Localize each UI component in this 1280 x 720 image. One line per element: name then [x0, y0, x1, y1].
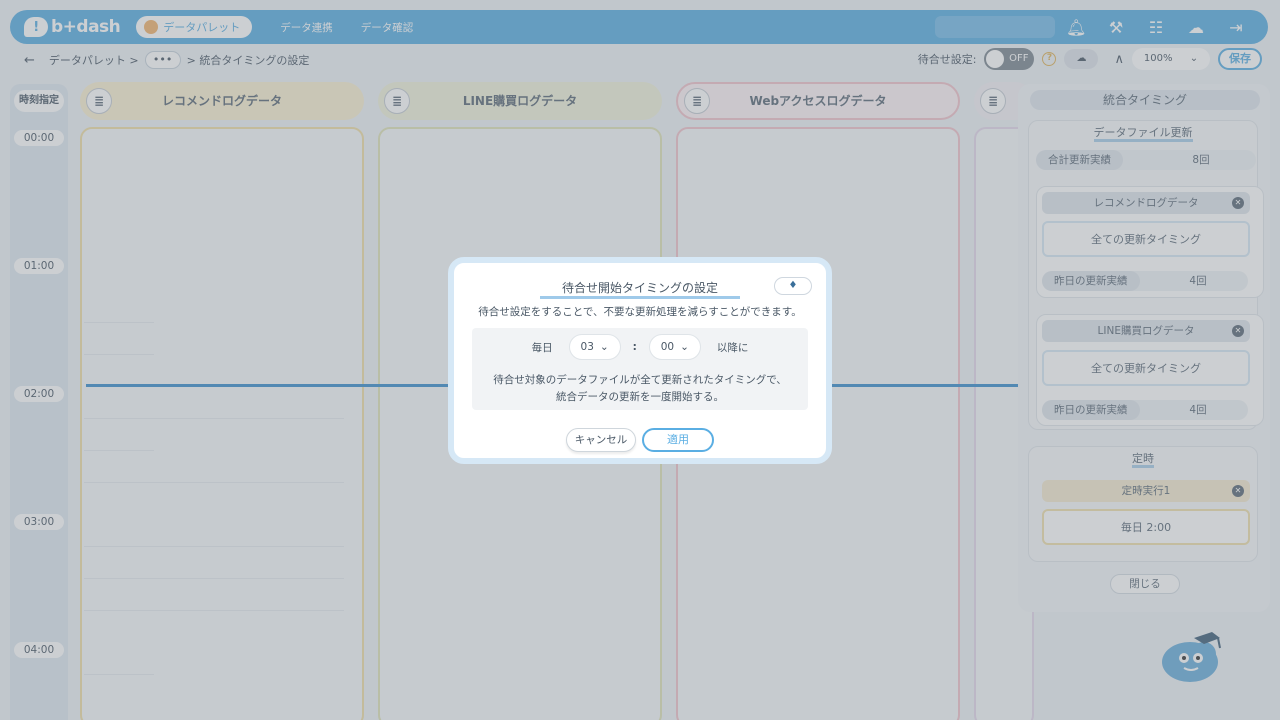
timing-row: 毎日 03 ⌄ : 00 ⌄ 以降に [472, 334, 808, 360]
note-line-2: 統合データの更新を一度開始する。 [556, 391, 724, 403]
modal-title: 待合せ開始タイミングの設定 [454, 279, 826, 299]
every-day-label: 毎日 [531, 341, 553, 354]
minute-select[interactable]: 00 ⌄ [648, 334, 701, 360]
time-colon: : [632, 341, 637, 353]
beginner-mark-button[interactable]: ♦ [774, 277, 812, 295]
hour-select[interactable]: 03 ⌄ [568, 334, 621, 360]
chevron-down-icon: ⌄ [599, 341, 609, 353]
timing-setting-area: 毎日 03 ⌄ : 00 ⌄ 以降に 待合せ対象のデータファイルが全て更新された… [472, 328, 808, 410]
chevron-down-icon: ⌄ [680, 341, 689, 353]
cancel-button[interactable]: キャンセル [566, 428, 636, 452]
apply-button[interactable]: 適用 [642, 428, 714, 452]
modal-description: 待合せ設定をすることで、不要な更新処理を減らすことができます。 [478, 306, 802, 318]
after-label: 以降に [716, 341, 749, 354]
wait-start-timing-modal: 待合せ開始タイミングの設定 ♦ 待合せ設定をすることで、不要な更新処理を減らすこ… [448, 257, 832, 464]
note-line-1: 待合せ対象のデータファイルが全て更新されたタイミングで、 [493, 374, 787, 386]
